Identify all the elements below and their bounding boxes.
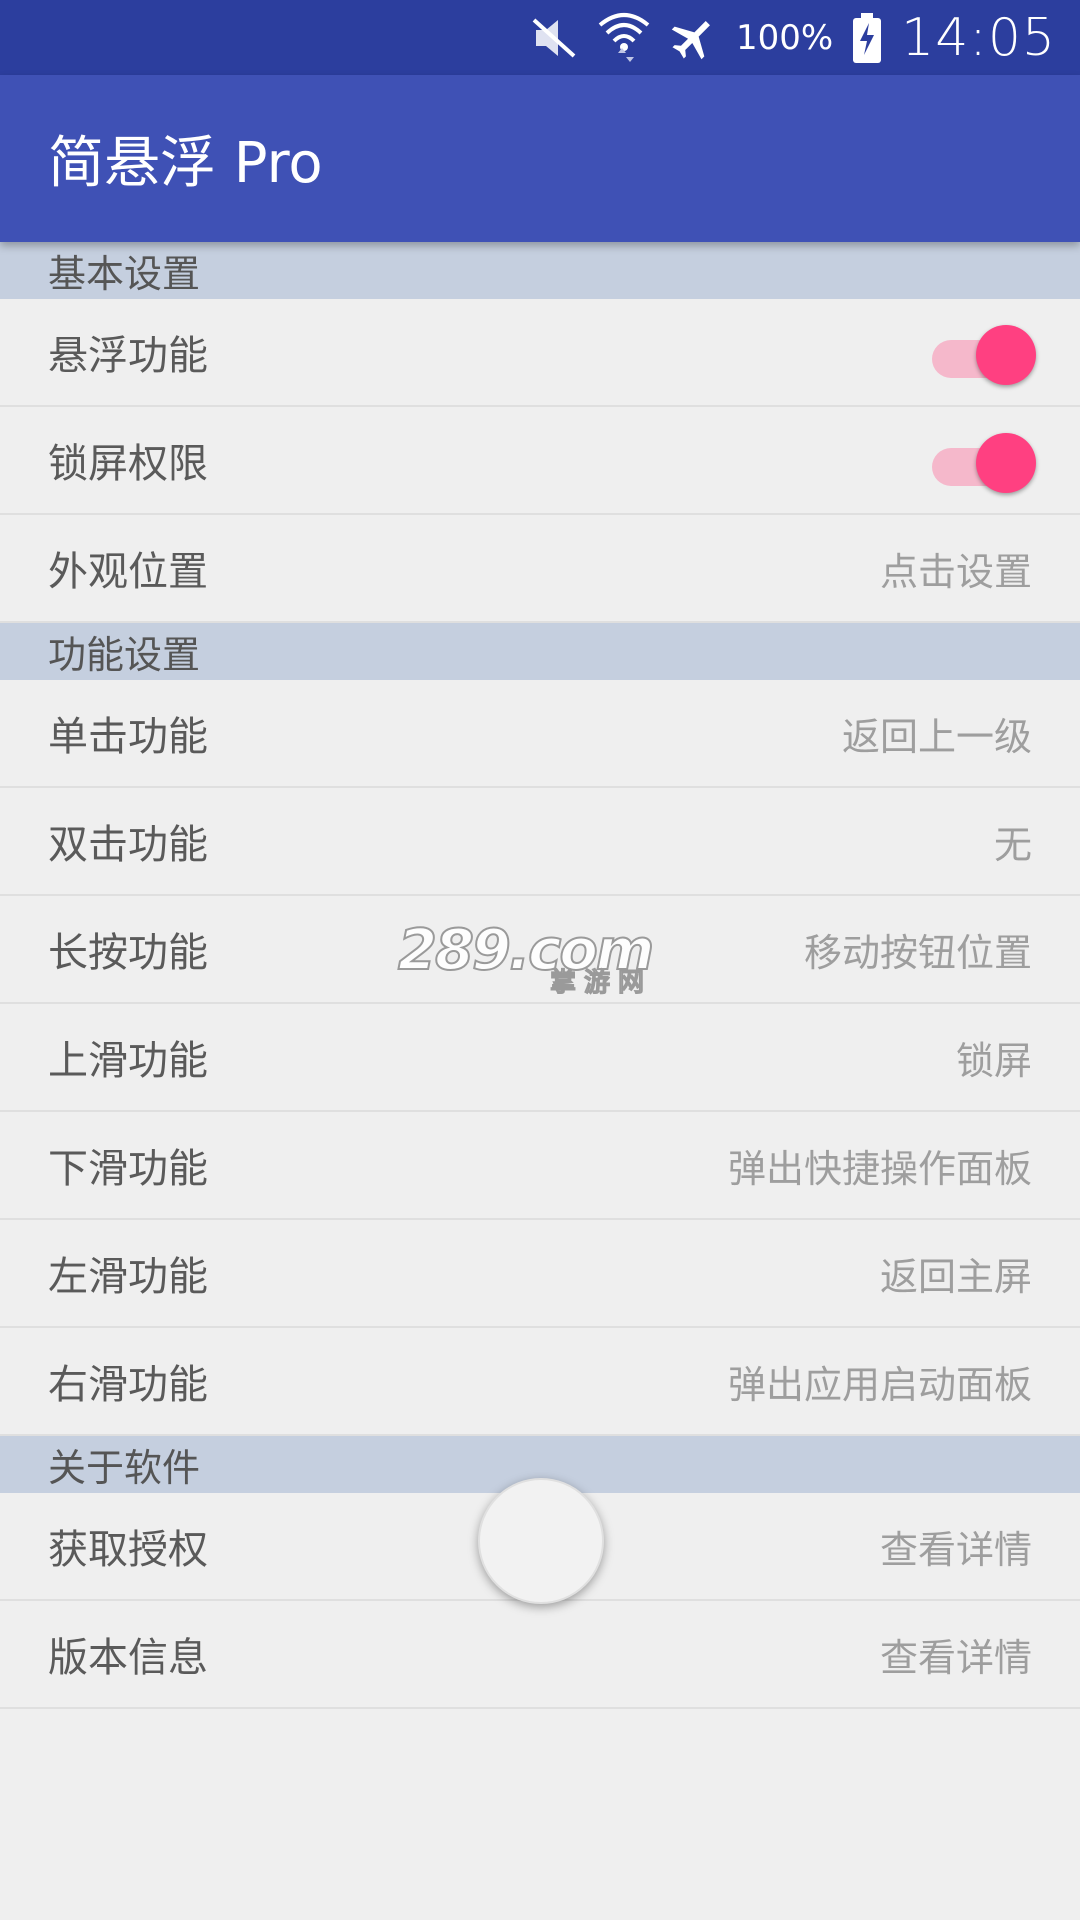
setting-lock-permission[interactable]: 锁屏权限 — [0, 407, 1080, 515]
setting-label: 获取授权 — [48, 1527, 208, 1573]
setting-swipe-down[interactable]: 下滑功能 弹出快捷操作面板 — [0, 1112, 1080, 1220]
float-feature-switch[interactable] — [932, 322, 1036, 385]
setting-label: 版本信息 — [48, 1635, 208, 1681]
setting-single-tap[interactable]: 单击功能 返回上一级 — [0, 680, 1080, 788]
setting-label: 锁屏权限 — [48, 441, 208, 487]
setting-label: 长按功能 — [48, 930, 208, 976]
floating-ball-button[interactable] — [478, 1478, 604, 1604]
setting-appearance[interactable]: 外观位置 点击设置 — [0, 515, 1080, 623]
setting-value: 移动按钮位置 — [803, 930, 1032, 975]
setting-value: 查看详情 — [879, 1635, 1032, 1680]
battery-charging-icon — [853, 12, 882, 63]
setting-swipe-up[interactable]: 上滑功能 锁屏 — [0, 1004, 1080, 1112]
setting-label: 左滑功能 — [48, 1254, 208, 1300]
wifi-icon — [598, 11, 650, 65]
setting-label: 悬浮功能 — [48, 333, 208, 379]
lock-permission-switch[interactable] — [932, 430, 1036, 493]
setting-label: 右滑功能 — [48, 1362, 208, 1408]
setting-label: 下滑功能 — [48, 1146, 208, 1192]
setting-value: 点击设置 — [879, 549, 1032, 594]
setting-value: 无 — [993, 822, 1032, 867]
setting-value: 返回主屏 — [879, 1254, 1032, 1299]
setting-label: 上滑功能 — [48, 1038, 208, 1084]
section-header-function: 功能设置 — [0, 623, 1080, 680]
setting-value: 弹出应用启动面板 — [727, 1362, 1032, 1407]
app-title: 简悬浮 Pro — [48, 131, 323, 196]
switch-thumb — [976, 325, 1036, 385]
battery-percentage: 100% — [735, 17, 834, 58]
setting-float-feature[interactable]: 悬浮功能 — [0, 299, 1080, 407]
setting-value: 查看详情 — [879, 1527, 1032, 1572]
section-header-basic: 基本设置 — [0, 242, 1080, 299]
switch-thumb — [976, 433, 1036, 493]
setting-long-press[interactable]: 长按功能 移动按钮位置 — [0, 896, 1080, 1004]
setting-swipe-left[interactable]: 左滑功能 返回主屏 — [0, 1220, 1080, 1328]
app-bar: 简悬浮 Pro — [0, 75, 1080, 242]
setting-version[interactable]: 版本信息 查看详情 — [0, 1601, 1080, 1709]
setting-value: 返回上一级 — [841, 714, 1032, 759]
status-clock: 14:05 — [901, 7, 1056, 68]
setting-double-tap[interactable]: 双击功能 无 — [0, 788, 1080, 896]
setting-swipe-right[interactable]: 右滑功能 弹出应用启动面板 — [0, 1328, 1080, 1436]
setting-label: 单击功能 — [48, 714, 208, 760]
setting-value: 锁屏 — [955, 1038, 1032, 1083]
mute-icon — [530, 16, 578, 60]
setting-label: 双击功能 — [48, 822, 208, 868]
status-bar: 100% 14:05 — [0, 0, 1080, 75]
setting-label: 外观位置 — [48, 549, 208, 595]
airplane-mode-icon — [670, 15, 716, 61]
setting-value: 弹出快捷操作面板 — [727, 1146, 1032, 1191]
